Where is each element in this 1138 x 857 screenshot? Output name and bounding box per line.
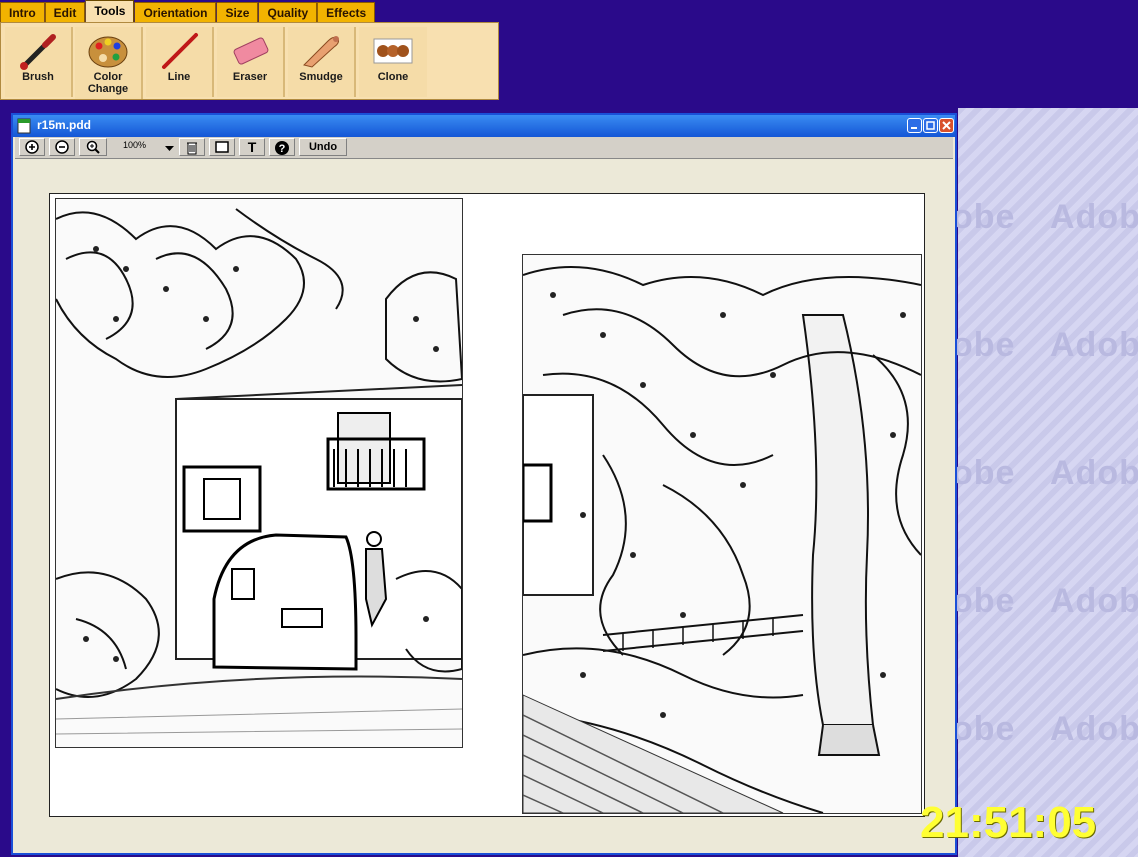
zoom-in-button[interactable]	[19, 138, 45, 156]
line-pen-icon	[162, 33, 198, 69]
sketch-image-left	[56, 199, 462, 747]
zoom-value: 100%	[123, 140, 147, 150]
smudge-finger-icon	[303, 36, 339, 68]
zoom-out-icon	[55, 140, 69, 154]
tool-label: Eraser	[232, 71, 268, 83]
window-titlebar[interactable]: r15m.pdd	[13, 115, 955, 137]
tool-label: Smudge	[299, 71, 343, 83]
chevron-down-icon	[165, 146, 174, 151]
undo-button[interactable]: Undo	[299, 138, 347, 156]
tool-label: Line	[167, 71, 191, 83]
eraser-tool-button[interactable]: Eraser	[217, 27, 285, 97]
zoom-select[interactable]: 100%	[111, 138, 177, 156]
canvas-area[interactable]	[15, 159, 953, 853]
help-icon: ?	[275, 141, 289, 155]
clone-dogs-icon	[373, 38, 413, 64]
photo-left[interactable]	[55, 198, 463, 748]
tool-label: Brush	[22, 71, 54, 83]
desktop-watermark: obe	[952, 710, 1016, 748]
zoom-out-button[interactable]	[49, 138, 75, 156]
desktop-watermark: Adobe	[1050, 454, 1138, 492]
eraser-icon	[233, 37, 269, 65]
tab-orientation[interactable]: Orientation	[134, 2, 217, 23]
page-paper	[49, 193, 925, 817]
zoom-in-icon	[25, 140, 39, 154]
sketch-image-right	[523, 255, 921, 813]
smudge-tool-button[interactable]: Smudge	[288, 27, 356, 97]
maximize-button[interactable]	[923, 118, 938, 133]
delete-button[interactable]	[179, 138, 205, 156]
desktop-watermark: Adobe	[1050, 710, 1138, 748]
desktop-watermark: Adobe	[1050, 198, 1138, 236]
tab-size[interactable]: Size	[216, 2, 259, 23]
svg-text:?: ?	[279, 143, 286, 155]
magnify-icon	[86, 140, 100, 154]
desktop-watermark: Adobe	[1050, 326, 1138, 364]
minimize-icon	[911, 127, 917, 129]
tab-tools[interactable]: Tools	[85, 0, 135, 23]
frame-button[interactable]	[209, 138, 235, 156]
tools-toolbar: Brush Color Change Line Eraser Smudge Cl…	[0, 22, 499, 100]
brush-tool-button[interactable]: Brush	[5, 27, 73, 97]
document-icon	[17, 118, 31, 134]
paintbrush-icon	[20, 34, 56, 70]
line-tool-button[interactable]: Line	[146, 27, 214, 97]
desktop-watermark: obe	[952, 454, 1016, 492]
close-icon	[942, 121, 951, 130]
minimize-button[interactable]	[907, 118, 922, 133]
color-change-tool-button[interactable]: Color Change	[75, 27, 143, 99]
tab-effects[interactable]: Effects	[317, 2, 376, 23]
document-window: r15m.pdd 100% T ? Undo	[11, 113, 957, 855]
tab-quality[interactable]: Quality	[258, 2, 318, 23]
desktop-watermark: obe	[952, 582, 1016, 620]
desktop-watermark: obe	[952, 326, 1016, 364]
tab-edit[interactable]: Edit	[44, 2, 86, 23]
tab-intro[interactable]: Intro	[0, 2, 45, 23]
trash-icon	[187, 142, 197, 155]
frame-icon	[215, 141, 229, 153]
palette-icon	[88, 36, 128, 68]
clock-overlay: 21:51:05	[920, 798, 1097, 847]
maximize-icon	[926, 121, 935, 130]
tool-label: Clone	[377, 71, 409, 83]
desktop-pattern: obe Adobe obe Adobe obe Adobe obe Adobe …	[952, 108, 1138, 857]
magnify-button[interactable]	[79, 138, 107, 156]
text-icon: T	[247, 139, 257, 155]
text-button[interactable]: T	[239, 138, 265, 156]
clone-tool-button[interactable]: Clone	[359, 27, 427, 97]
view-toolbar: 100% T ? Undo	[15, 137, 953, 159]
desktop-watermark: obe	[952, 198, 1016, 236]
photo-right[interactable]	[522, 254, 922, 814]
menu-tabs: Intro Edit Tools Orientation Size Qualit…	[0, 0, 376, 23]
window-title: r15m.pdd	[37, 118, 92, 132]
desktop-watermark: Adobe	[1050, 582, 1138, 620]
help-button[interactable]: ?	[269, 138, 295, 156]
close-button[interactable]	[939, 118, 954, 133]
tool-label: Color Change	[87, 71, 129, 95]
